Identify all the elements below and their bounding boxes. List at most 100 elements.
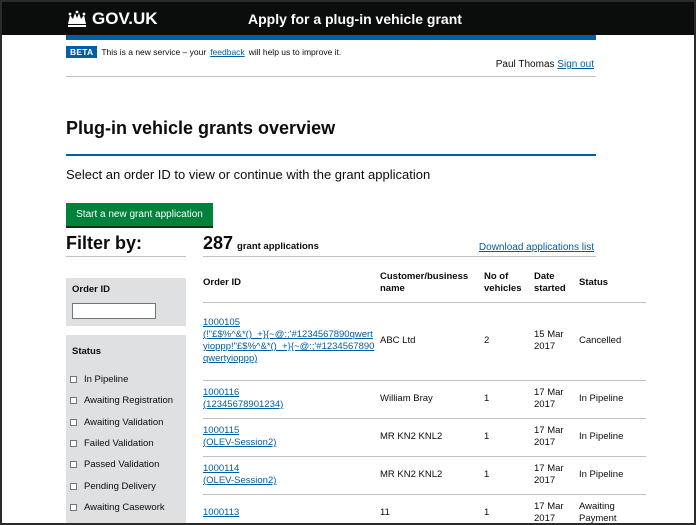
checkbox[interactable] bbox=[70, 503, 77, 511]
order-ref-text: (OLEV-Session2) bbox=[203, 475, 277, 486]
status-option-label: Awaiting Registration bbox=[84, 395, 174, 407]
status-option[interactable]: Passed Validation bbox=[70, 454, 173, 475]
status-cell: Awaiting Payment bbox=[579, 494, 646, 523]
table-row: 1000113 11 1 17 Mar 2017 Awaiting Paymen… bbox=[203, 494, 646, 523]
phase-text-before: This is a new service – your bbox=[101, 47, 207, 57]
user-name: Paul Thomas bbox=[495, 59, 555, 70]
status-cell: In Pipeline bbox=[579, 380, 646, 419]
phase-banner: BETA This is a new service – your feedba… bbox=[66, 46, 341, 58]
status-filter: Status In Pipeline Awaiting Registration… bbox=[66, 335, 186, 523]
status-option-label: Awaiting Validation bbox=[84, 416, 164, 428]
vehicles-cell: 1 bbox=[484, 456, 534, 495]
status-option[interactable]: Failed Validation bbox=[70, 433, 173, 454]
filter-heading: Filter by: bbox=[66, 233, 143, 253]
order-id-text: 1000114 bbox=[203, 463, 240, 474]
order-link[interactable]: 1000105 (!"£$%^&*()_+}{~@:;'#1234567890qw… bbox=[203, 317, 374, 364]
sign-out-link[interactable]: Sign out bbox=[557, 59, 594, 70]
checkbox[interactable] bbox=[70, 440, 77, 448]
customer-cell: MR KN2 KNL2 bbox=[380, 456, 484, 495]
order-id-cell: 1000105 (!"£$%^&*()_+}{~@:;'#1234567890qw… bbox=[203, 302, 380, 381]
order-id-label: Order ID bbox=[72, 284, 111, 295]
crown-icon bbox=[68, 10, 86, 27]
results-count: 287 grant applications bbox=[203, 233, 319, 254]
date-cell: 17 Mar 2017 bbox=[534, 494, 579, 523]
col-status: Status bbox=[579, 266, 646, 303]
site-header: GOV.UK Apply for a plug-in vehicle grant bbox=[2, 2, 694, 35]
results-count-number: 287 bbox=[203, 233, 234, 253]
checkbox[interactable] bbox=[70, 482, 77, 490]
order-id-filter: Order ID bbox=[66, 278, 186, 326]
checkbox[interactable] bbox=[70, 418, 77, 426]
order-id-cell: 1000115 (OLEV-Session2) bbox=[203, 418, 380, 457]
vehicles-cell: 1 bbox=[484, 380, 534, 419]
order-ref-text: (OLEV-Session2) bbox=[203, 437, 277, 448]
applications-table: Order ID Customer/business name No of ve… bbox=[203, 266, 646, 523]
table-row: 1000114 (OLEV-Session2) MR KN2 KNL2 1 17 … bbox=[203, 456, 646, 495]
govuk-logo-link[interactable]: GOV.UK bbox=[66, 9, 158, 29]
col-order-id: Order ID bbox=[203, 266, 380, 303]
col-date: Date started bbox=[534, 266, 579, 303]
checkbox[interactable] bbox=[70, 397, 77, 405]
status-option-label: Pending Delivery bbox=[84, 480, 156, 492]
customer-cell: MR KN2 KNL2 bbox=[380, 418, 484, 457]
header-accent-bar bbox=[66, 35, 596, 40]
status-option-label: Awaiting Casework bbox=[84, 501, 165, 513]
date-cell: 17 Mar 2017 bbox=[534, 380, 579, 419]
col-customer: Customer/business name bbox=[380, 266, 484, 303]
order-id-text: 1000105 bbox=[203, 317, 240, 328]
order-link[interactable]: 1000113 bbox=[203, 507, 239, 518]
start-new-application-button[interactable]: Start a new grant application bbox=[66, 203, 213, 226]
order-ref-text: (12345678901234) bbox=[203, 399, 284, 410]
status-option[interactable]: Awaiting Validation bbox=[70, 412, 173, 433]
checkbox[interactable] bbox=[70, 461, 77, 469]
status-option-label: In Pipeline bbox=[84, 374, 129, 386]
order-id-cell: 1000116 (12345678901234) bbox=[203, 380, 380, 419]
page-title: Plug-in vehicle grants overview bbox=[66, 118, 336, 138]
vehicles-cell: 2 bbox=[484, 302, 534, 381]
status-option[interactable]: Pending Delivery bbox=[70, 475, 173, 496]
table-row: 1000116 (12345678901234) William Bray 1 1… bbox=[203, 380, 646, 419]
status-option[interactable]: Awaiting Casework bbox=[70, 497, 173, 518]
table-row: 1000115 (OLEV-Session2) MR KN2 KNL2 1 17 … bbox=[203, 418, 646, 457]
logo-text: GOV.UK bbox=[92, 9, 158, 28]
customer-cell: ABC Ltd bbox=[380, 302, 484, 381]
table-header-row: Order ID Customer/business name No of ve… bbox=[203, 266, 646, 303]
status-option-label: Failed Validation bbox=[84, 438, 154, 450]
beta-tag: BETA bbox=[66, 46, 98, 58]
order-id-text: 1000115 bbox=[203, 425, 240, 436]
status-filter-label: Status bbox=[72, 346, 102, 357]
status-checkbox-list: In Pipeline Awaiting Registration Awaiti… bbox=[70, 369, 173, 518]
customer-cell: William Bray bbox=[380, 380, 484, 419]
date-cell: 17 Mar 2017 bbox=[534, 418, 579, 457]
vehicles-cell: 1 bbox=[484, 418, 534, 457]
status-option-label: Passed Validation bbox=[84, 459, 160, 471]
browser-page: GOV.UK Apply for a plug-in vehicle grant… bbox=[0, 0, 696, 525]
divider bbox=[66, 76, 596, 77]
table-row: 1000105 (!"£$%^&*()_+}{~@:;'#1234567890qw… bbox=[203, 302, 646, 381]
order-id-cell: 1000113 bbox=[203, 494, 380, 523]
order-link[interactable]: 1000114 (OLEV-Session2) bbox=[203, 463, 276, 486]
date-cell: 17 Mar 2017 bbox=[534, 456, 579, 495]
results-divider bbox=[203, 256, 596, 257]
user-info: Paul Thomas Sign out bbox=[496, 59, 594, 70]
order-link[interactable]: 1000116 (12345678901234) bbox=[203, 387, 283, 410]
order-link[interactable]: 1000115 (OLEV-Session2) bbox=[203, 425, 276, 448]
order-id-text: 1000116 bbox=[203, 387, 240, 398]
col-vehicles: No of vehicles bbox=[484, 266, 534, 303]
service-name-link[interactable]: Apply for a plug-in vehicle grant bbox=[248, 11, 462, 27]
feedback-link[interactable]: feedback bbox=[210, 47, 245, 57]
title-divider bbox=[66, 154, 596, 156]
results-count-label: grant applications bbox=[237, 241, 319, 252]
order-ref-text: (!"£$%^&*()_+}{~@:;'#1234567890qwertyiop… bbox=[203, 329, 375, 364]
order-id-input[interactable] bbox=[72, 303, 156, 319]
download-applications-link[interactable]: Download applications list bbox=[479, 242, 594, 253]
checkbox[interactable] bbox=[70, 376, 77, 384]
customer-cell: 11 bbox=[380, 494, 484, 523]
status-cell: In Pipeline bbox=[579, 418, 646, 457]
status-cell: Cancelled bbox=[579, 302, 646, 381]
order-id-text: 1000113 bbox=[203, 507, 240, 518]
status-option[interactable]: In Pipeline bbox=[70, 369, 173, 390]
phase-text-after: will help us to improve it. bbox=[248, 47, 342, 57]
status-option[interactable]: Awaiting Registration bbox=[70, 390, 173, 411]
date-cell: 15 Mar 2017 bbox=[534, 302, 579, 381]
